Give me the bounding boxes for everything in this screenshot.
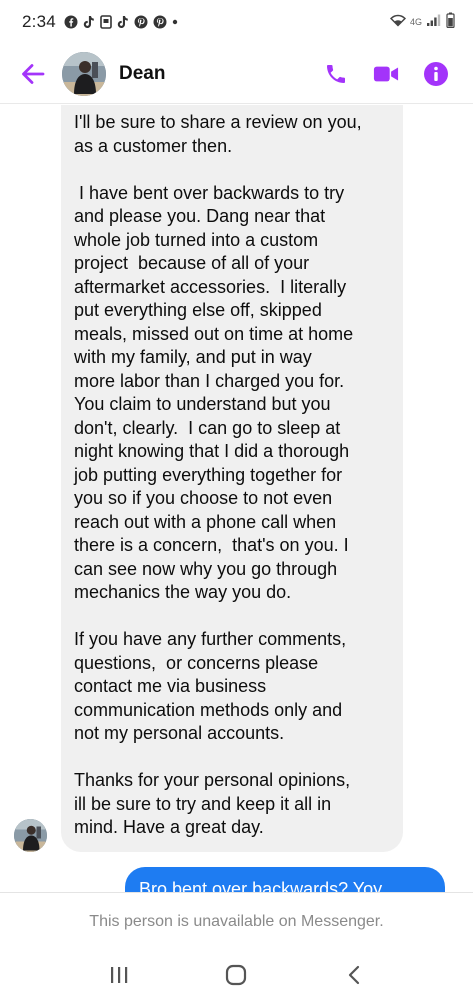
header-actions [323,61,449,87]
recent-apps-icon [110,967,128,983]
contact-avatar[interactable] [62,51,106,96]
incoming-message-bubble[interactable]: I'll be sure to share a review on you, a… [61,105,403,852]
home-button[interactable] [216,955,256,995]
battery-icon [446,12,455,33]
back-arrow-icon [22,63,45,84]
system-status: 4G [389,12,455,33]
status-time: 2:34 [22,12,56,31]
video-call-button[interactable] [373,61,399,87]
phone-icon [327,64,345,83]
pinterest-icon [153,15,167,29]
signal-icon [426,13,442,32]
chevron-left-icon [349,965,360,985]
video-camera-icon [373,66,399,81]
contact-name[interactable]: Dean [119,63,165,85]
screenshot-icon [100,15,112,29]
back-button[interactable] [18,59,48,89]
message-paragraph: I have bent over backwards to try and pl… [74,182,354,603]
network-label: 4G [409,17,422,27]
voice-call-button[interactable] [323,61,349,87]
dot-icon [172,15,178,29]
message-paragraph: Thanks for your personal opinions, ill b… [74,770,351,837]
outgoing-message-bubble[interactable]: Bro bent over backwards? Yoy [125,867,445,892]
conversation-header: Dean [0,44,473,104]
home-icon [226,964,247,986]
sender-avatar[interactable] [14,819,47,852]
unavailable-notice: This person is unavailable on Messenger. [0,892,473,950]
system-back-button[interactable] [334,955,374,995]
tiktok-icon [83,15,95,29]
notification-icons [64,15,178,29]
info-icon [424,61,448,86]
facebook-icon [64,15,78,29]
system-navigation-bar [0,950,473,1000]
recent-apps-button[interactable] [99,955,139,995]
message-paragraph: If you have any further comments, questi… [74,629,347,743]
message-paragraph: I'll be sure to share a review on you, a… [74,112,362,156]
wifi-icon [389,13,407,32]
outgoing-message-text: Bro bent over backwards? Yoy [139,879,383,892]
unavailable-text: This person is unavailable on Messenger. [89,912,384,930]
tiktok-icon [117,15,129,29]
info-button[interactable] [423,61,449,87]
message-list[interactable]: I'll be sure to share a review on you, a… [0,105,473,892]
pinterest-icon [134,15,148,29]
status-bar: 2:34 4G [0,0,473,44]
